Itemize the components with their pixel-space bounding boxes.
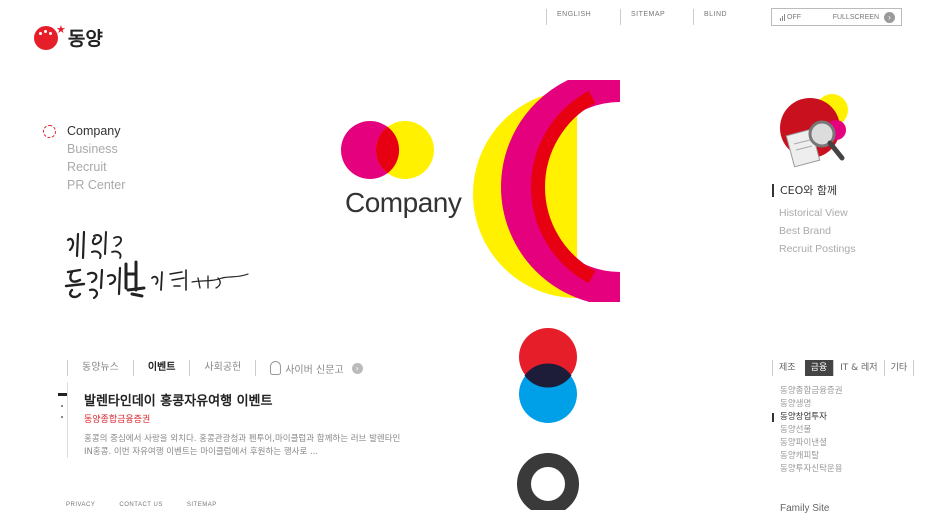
news-title[interactable]: 발렌타인데이 홍콩자유여행 이벤트 (84, 390, 414, 409)
arrow-right-icon: › (884, 11, 895, 23)
active-ring-icon (43, 125, 56, 138)
contact-link[interactable]: CONTACT US (119, 502, 162, 508)
news-tabs: 동양뉴스 이벤트 사회공헌 사이버 신문고 › (67, 359, 363, 377)
privacy-link[interactable]: PRIVACY (66, 502, 95, 508)
tab-it-leisure[interactable]: IT & 레저 (833, 360, 883, 376)
best-brand-link[interactable]: Best Brand (779, 222, 855, 240)
sound-off-button[interactable]: OFF (780, 13, 801, 21)
menu-label: Company (67, 124, 121, 138)
logo-text: 동양 (67, 28, 103, 50)
tab-social[interactable]: 사회공헌 (189, 360, 255, 376)
pager-dot[interactable] (61, 405, 63, 407)
affiliate-item[interactable]: 동양생명 (780, 398, 843, 411)
menu-item-recruit[interactable]: Recruit (43, 158, 125, 176)
logo-star-icon: ★ (56, 23, 66, 36)
ceo-magnifier-image[interactable] (770, 92, 855, 172)
tab-finance[interactable]: 금융 (804, 360, 834, 376)
historical-view-link[interactable]: Historical View (779, 204, 855, 222)
recruit-postings-link[interactable]: Recruit Postings (779, 240, 855, 258)
center-company-label: Company (345, 187, 462, 218)
ceo-link[interactable]: CEO와 함께 (772, 184, 837, 197)
category-tabs: 제조 금융 IT & 레저 기타 (772, 360, 915, 376)
fullscreen-label: FULLSCREEN (832, 13, 879, 21)
tab-news[interactable]: 동양뉴스 (67, 360, 133, 376)
family-site-select[interactable]: Family Site (780, 503, 829, 514)
pager-active[interactable] (58, 393, 67, 396)
menu-item-company[interactable]: Company (43, 122, 125, 140)
calligraphy-slogan (64, 230, 249, 300)
affiliate-item-selected[interactable]: 동양창업투자 (772, 411, 843, 424)
affiliate-item[interactable]: 동양선물 (780, 424, 843, 437)
menu-label: PR Center (67, 178, 126, 192)
right-links: Historical View Best Brand Recruit Posti… (779, 204, 855, 258)
footer: PRIVACY CONTACT US SITEMAP (66, 502, 217, 508)
menu-item-business[interactable]: Business (43, 140, 125, 158)
affiliate-item[interactable]: 동양종합금융증권 (780, 385, 843, 398)
menu-item-pr-center[interactable]: PR Center (43, 176, 125, 194)
cyber-shinmungo-link[interactable]: 사이버 신문고 › (255, 360, 363, 376)
tab-manufacturing[interactable]: 제조 (772, 360, 802, 376)
menu-label: Recruit (67, 160, 107, 174)
sitemap-link[interactable]: SITEMAP (620, 9, 693, 25)
left-menu: Company Business Recruit PR Center (43, 122, 125, 194)
news-pager (58, 393, 67, 418)
affiliate-item[interactable]: 동양투자신탁운용 (780, 463, 843, 476)
sound-off-label: OFF (787, 13, 801, 21)
news-subtitle: 동양종합금융증권 (84, 415, 151, 425)
blind-link[interactable]: BLIND (693, 9, 754, 25)
fullscreen-button[interactable]: FULLSCREEN › (832, 11, 895, 23)
affiliate-item[interactable]: 동양파이낸셜 (780, 437, 843, 450)
tab-event[interactable]: 이벤트 (132, 360, 190, 376)
top-nav: ENGLISH SITEMAP BLIND (546, 9, 754, 25)
sound-bars-icon (780, 13, 785, 21)
news-body: 홍콩의 중심에서 사랑을 외치다. 홍콩관광청과 펜투어,마이클럽과 함께하는 … (84, 434, 401, 457)
fullscreen-toggle-box: OFF FULLSCREEN › (771, 8, 902, 26)
pager-dot[interactable] (61, 416, 63, 418)
news-article: 발렌타인데이 홍콩자유여행 이벤트 동양종합금융증권 홍콩의 중심에서 사랑을 … (67, 382, 414, 458)
cyber-label: 사이버 신문고 (285, 364, 344, 376)
english-link[interactable]: ENGLISH (546, 9, 620, 25)
footer-sitemap-link[interactable]: SITEMAP (187, 502, 217, 508)
lightbulb-icon (270, 361, 282, 375)
affiliate-list: 동양종합금융증권 동양생명 동양창업투자 동양선물 동양파이낸셜 동양캐피탈 동… (772, 385, 843, 476)
logo[interactable]: ★ 동양 (34, 23, 103, 51)
menu-label: Business (67, 142, 118, 156)
tab-etc[interactable]: 기타 (883, 360, 915, 376)
arrow-right-icon: › (351, 362, 363, 374)
decorative-circles (517, 328, 579, 510)
logo-mark-icon (34, 25, 58, 50)
affiliate-item[interactable]: 동양캐피탈 (780, 450, 843, 463)
